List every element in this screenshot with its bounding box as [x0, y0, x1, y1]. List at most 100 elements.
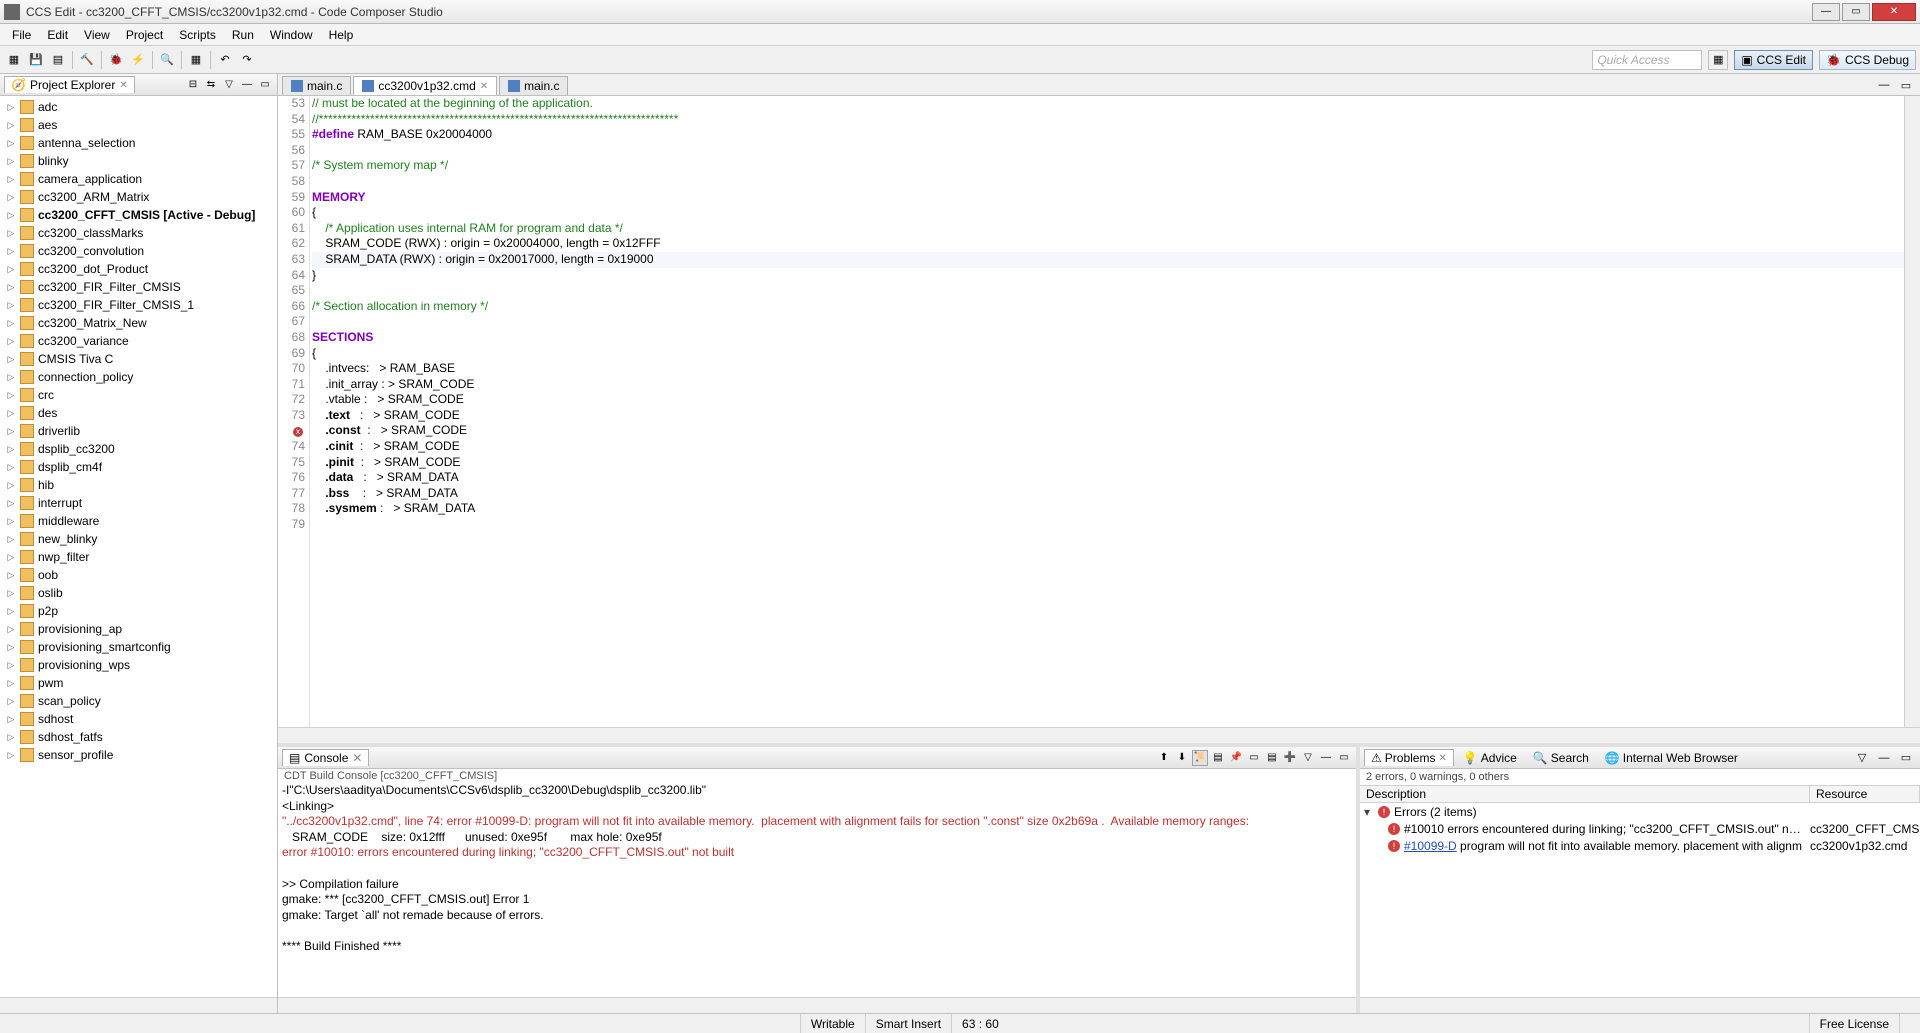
tab-advice[interactable]: 💡Advice	[1456, 749, 1524, 767]
errors-group[interactable]: ▾!Errors (2 items)	[1360, 803, 1920, 820]
project-cc3200_CFFT_CMSIS[interactable]: ▷cc3200_CFFT_CMSIS [Active - Debug]	[0, 206, 277, 224]
tab-internal-web-browser[interactable]: 🌐Internal Web Browser	[1598, 749, 1745, 767]
project-tree[interactable]: ▷adc▷aes▷antenna_selection▷blinky▷camera…	[0, 96, 277, 997]
problems-maximize-icon[interactable]: ▭	[1896, 748, 1916, 768]
grid-button[interactable]: ▦	[186, 50, 206, 70]
project-cc3200_dot_Product[interactable]: ▷cc3200_dot_Product	[0, 260, 277, 278]
menu-help[interactable]: Help	[321, 26, 362, 44]
project-des[interactable]: ▷des	[0, 404, 277, 422]
project-dsplib_cc3200[interactable]: ▷dsplib_cc3200	[0, 440, 277, 458]
menu-scripts[interactable]: Scripts	[171, 26, 224, 44]
explorer-scrollbar[interactable]	[0, 997, 277, 1013]
link-editor-icon[interactable]: ⇆	[203, 77, 219, 93]
view-menu-icon[interactable]: ▽	[221, 77, 237, 93]
quick-access-input[interactable]: Quick Access	[1592, 50, 1702, 70]
console-minimize-icon[interactable]: —	[1318, 750, 1334, 766]
open-console-icon[interactable]: ▤	[1264, 750, 1280, 766]
pin-console-icon[interactable]: 📌	[1228, 750, 1244, 766]
editor-tab-main-c[interactable]: main.c	[499, 76, 568, 95]
new-console-icon[interactable]: ➕	[1282, 750, 1298, 766]
project-oslib[interactable]: ▷oslib	[0, 584, 277, 602]
problem-item[interactable]: !#10099-D program will not fit into avai…	[1360, 837, 1920, 854]
console-output[interactable]: -I"C:\Users\aaditya\Documents\CCSv6\dspl…	[278, 783, 1356, 997]
console-hscroll[interactable]	[278, 997, 1356, 1013]
search-button[interactable]: 🔍	[157, 50, 177, 70]
project-cc3200_FIR_Filter_CMSIS[interactable]: ▷cc3200_FIR_Filter_CMSIS	[0, 278, 277, 296]
problems-tree[interactable]: ▾!Errors (2 items)!#10010 errors encount…	[1360, 803, 1920, 997]
project-cc3200_classMarks[interactable]: ▷cc3200_classMarks	[0, 224, 277, 242]
perspective-ccs-edit[interactable]: ▣ CCS Edit	[1734, 50, 1813, 70]
close-icon[interactable]: ✕	[352, 751, 362, 765]
editor-maximize-icon[interactable]: ▭	[1896, 75, 1916, 95]
explorer-tab[interactable]: 🧭 Project Explorer ✕	[4, 76, 135, 93]
error-link[interactable]: #10099-D	[1404, 839, 1457, 853]
forward-button[interactable]: ↷	[237, 50, 257, 70]
menu-run[interactable]: Run	[224, 26, 262, 44]
editor-body[interactable]: 5354555657585960616263646566676869707172…	[278, 96, 1920, 727]
display-selected-icon[interactable]: ▭	[1246, 750, 1262, 766]
col-description[interactable]: Description	[1360, 786, 1810, 802]
project-cc3200_Matrix_New[interactable]: ▷cc3200_Matrix_New	[0, 314, 277, 332]
project-dsplib_cm4f[interactable]: ▷dsplib_cm4f	[0, 458, 277, 476]
project-p2p[interactable]: ▷p2p	[0, 602, 277, 620]
project-CMSIS[interactable]: ▷CMSIS Tiva C	[0, 350, 277, 368]
project-cc3200_variance[interactable]: ▷cc3200_variance	[0, 332, 277, 350]
project-oob[interactable]: ▷oob	[0, 566, 277, 584]
project-connection_policy[interactable]: ▷connection_policy	[0, 368, 277, 386]
project-cc3200_convolution[interactable]: ▷cc3200_convolution	[0, 242, 277, 260]
project-new_blinky[interactable]: ▷new_blinky	[0, 530, 277, 548]
save-all-button[interactable]: ▤	[48, 50, 68, 70]
close-icon[interactable]: ✕	[119, 80, 127, 91]
project-provisioning_ap[interactable]: ▷provisioning_ap	[0, 620, 277, 638]
menu-edit[interactable]: Edit	[39, 26, 76, 44]
perspective-ccs-debug[interactable]: 🐞 CCS Debug	[1819, 50, 1916, 70]
open-perspective-button[interactable]: ▦	[1708, 50, 1728, 70]
tab-search[interactable]: 🔍Search	[1526, 749, 1596, 767]
project-scan_policy[interactable]: ▷scan_policy	[0, 692, 277, 710]
down-arrow-icon[interactable]: ⬇	[1174, 750, 1190, 766]
project-provisioning_smartconfig[interactable]: ▷provisioning_smartconfig	[0, 638, 277, 656]
project-adc[interactable]: ▷adc	[0, 98, 277, 116]
menu-project[interactable]: Project	[118, 26, 171, 44]
new-button[interactable]: ▦	[4, 50, 24, 70]
up-arrow-icon[interactable]: ⬆	[1156, 750, 1172, 766]
project-hib[interactable]: ▷hib	[0, 476, 277, 494]
minimize-panel-icon[interactable]: —	[239, 77, 255, 93]
project-antenna_selection[interactable]: ▷antenna_selection	[0, 134, 277, 152]
project-sdhost[interactable]: ▷sdhost	[0, 710, 277, 728]
project-cc3200_ARM_Matrix[interactable]: ▷cc3200_ARM_Matrix	[0, 188, 277, 206]
project-interrupt[interactable]: ▷interrupt	[0, 494, 277, 512]
back-button[interactable]: ↶	[215, 50, 235, 70]
menu-file[interactable]: File	[4, 26, 39, 44]
flash-button[interactable]: ⚡	[128, 50, 148, 70]
problem-item[interactable]: !#10010 errors encountered during linkin…	[1360, 820, 1920, 837]
minimize-button[interactable]: —	[1812, 3, 1840, 21]
project-pwm[interactable]: ▷pwm	[0, 674, 277, 692]
save-button[interactable]: 💾	[26, 50, 46, 70]
project-sdhost_fatfs[interactable]: ▷sdhost_fatfs	[0, 728, 277, 746]
project-blinky[interactable]: ▷blinky	[0, 152, 277, 170]
editor-tab-main-c[interactable]: main.c	[282, 76, 351, 95]
build-button[interactable]: 🔨	[77, 50, 97, 70]
lock-scroll-icon[interactable]: 📜	[1192, 750, 1208, 766]
problems-minimize-icon[interactable]: —	[1874, 748, 1894, 768]
project-camera_application[interactable]: ▷camera_application	[0, 170, 277, 188]
project-sensor_profile[interactable]: ▷sensor_profile	[0, 746, 277, 764]
code-area[interactable]: // must be located at the beginning of t…	[310, 96, 1904, 727]
collapse-all-icon[interactable]: ⊟	[185, 77, 201, 93]
project-cc3200_FIR_Filter_CMSIS_1[interactable]: ▷cc3200_FIR_Filter_CMSIS_1	[0, 296, 277, 314]
project-provisioning_wps[interactable]: ▷provisioning_wps	[0, 656, 277, 674]
menu-window[interactable]: Window	[262, 26, 321, 44]
problems-hscroll[interactable]	[1360, 997, 1920, 1013]
col-resource[interactable]: Resource	[1810, 786, 1920, 802]
tab-problems[interactable]: ⚠Problems✕	[1364, 749, 1454, 766]
project-middleware[interactable]: ▷middleware	[0, 512, 277, 530]
maximize-button[interactable]: ▭	[1842, 3, 1870, 21]
close-icon[interactable]: ✕	[480, 81, 488, 92]
project-nwp_filter[interactable]: ▷nwp_filter	[0, 548, 277, 566]
close-icon[interactable]: ✕	[1438, 753, 1446, 764]
project-crc[interactable]: ▷crc	[0, 386, 277, 404]
console-menu-icon[interactable]: ▽	[1300, 750, 1316, 766]
debug-button[interactable]: 🐞	[106, 50, 126, 70]
editor-vscroll[interactable]	[1904, 96, 1920, 727]
